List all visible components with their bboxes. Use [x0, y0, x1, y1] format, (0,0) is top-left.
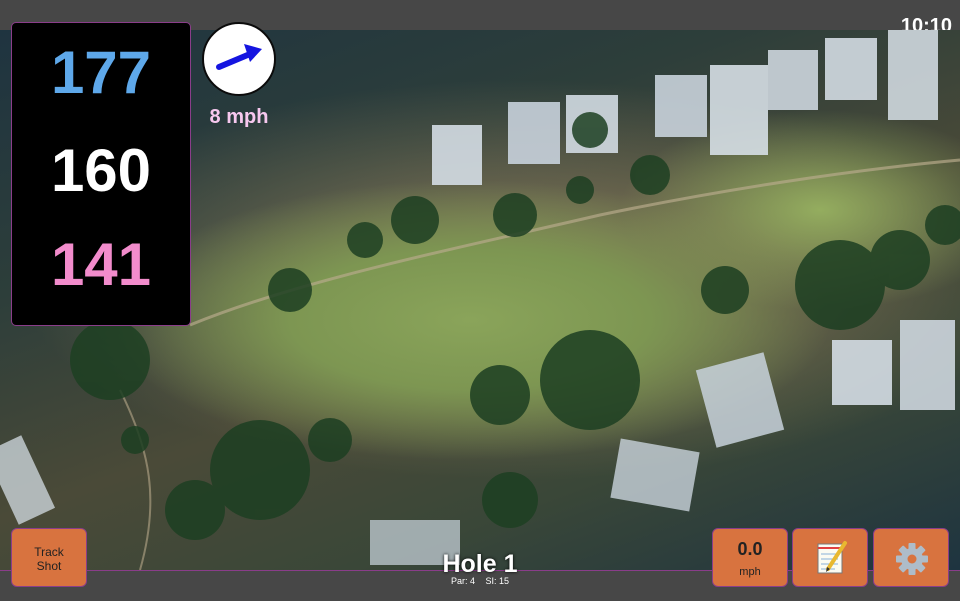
- speed-value: 0.0: [737, 539, 763, 559]
- track-shot-label-line2: Shot: [36, 559, 62, 573]
- speed-button[interactable]: 0.0 mph: [712, 528, 788, 587]
- wind-speed: 8 mph: [209, 106, 269, 128]
- distance-panel: 177 160 141: [11, 22, 191, 326]
- notepad-icon: [817, 541, 847, 574]
- hole-par: Par: 4: [450, 576, 475, 586]
- track-shot-button[interactable]: Track Shot: [11, 528, 87, 587]
- track-shot-label-line1: Track: [34, 545, 64, 559]
- hole-info: Par: 4 SI: 15: [380, 576, 580, 586]
- settings-button[interactable]: [873, 528, 949, 587]
- wind-indicator: [202, 22, 276, 96]
- speed-unit: mph: [739, 566, 761, 578]
- gear-icon: [896, 543, 928, 575]
- notes-button[interactable]: [792, 528, 868, 587]
- front-distance: 141: [50, 231, 152, 298]
- center-distance: 160: [50, 137, 152, 204]
- back-distance: 177: [50, 39, 152, 106]
- hole-stroke-index: SI: 15: [485, 576, 510, 586]
- hole-title: Hole 1: [442, 550, 518, 578]
- arrow-up-right-icon: [216, 44, 262, 70]
